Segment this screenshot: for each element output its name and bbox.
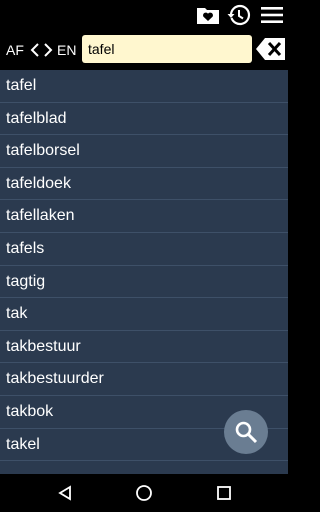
result-item[interactable]: tafels [0, 233, 288, 266]
result-item[interactable]: tafelborsel [0, 135, 288, 168]
home-icon[interactable] [134, 483, 154, 503]
top-toolbar [0, 0, 288, 30]
target-language-label[interactable]: EN [57, 41, 76, 59]
clear-search-icon[interactable] [256, 37, 286, 61]
search-icon [235, 421, 258, 444]
result-item[interactable]: tagtig [0, 266, 288, 299]
chevron-right-icon[interactable] [41, 41, 55, 59]
search-input[interactable] [82, 35, 252, 63]
result-item[interactable]: takbestuurder [0, 363, 288, 396]
result-item[interactable]: takbestuur [0, 331, 288, 364]
menu-icon[interactable] [259, 3, 285, 27]
result-list: tafel tafelblad tafelborsel tafeldoek tafell… [0, 70, 288, 462]
search-button[interactable] [224, 410, 268, 454]
favorites-heart-icon[interactable] [195, 3, 221, 27]
recent-apps-icon[interactable] [214, 483, 234, 503]
result-item[interactable]: tafel [0, 70, 288, 103]
app-screen: AF EN tafeltafelbladtafelborseltafeldoek… [0, 0, 288, 474]
result-item[interactable]: tafellaken [0, 200, 288, 233]
search-bar: AF EN [0, 30, 288, 70]
history-icon[interactable] [226, 3, 252, 27]
result-item[interactable]: tafeldoek [0, 168, 288, 201]
source-language-label[interactable]: AF [6, 41, 24, 59]
system-navigation-bar [0, 474, 288, 512]
chevron-left-icon[interactable] [28, 41, 42, 59]
result-item[interactable]: tak [0, 298, 288, 331]
back-icon[interactable] [55, 483, 75, 503]
result-item[interactable]: tafelblad [0, 103, 288, 136]
